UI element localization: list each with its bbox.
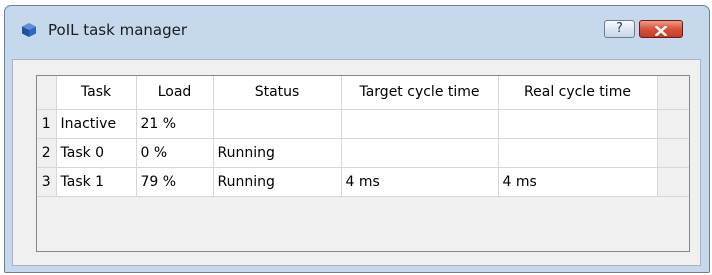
load-cell[interactable]: 0 %	[136, 138, 214, 168]
table-header-row: Task Load Status Target cycle time Real …	[37, 76, 689, 110]
task-table[interactable]: Task Load Status Target cycle time Real …	[36, 75, 690, 252]
table-row[interactable]: 1 Inactive 21 %	[37, 109, 689, 139]
load-cell[interactable]: 21 %	[136, 109, 214, 139]
task-manager-window: PoIL task manager ? Task Load Status Tar…	[4, 5, 710, 273]
status-cell[interactable]: Running	[213, 138, 342, 168]
header-filler	[657, 76, 689, 110]
column-header-real-cycle-time[interactable]: Real cycle time	[498, 76, 658, 110]
table-row[interactable]: 3 Task 1 79 % Running 4 ms 4 ms	[37, 167, 689, 197]
task-cell[interactable]: Task 1	[56, 167, 137, 197]
status-cell[interactable]	[213, 109, 342, 139]
row-filler	[657, 109, 689, 139]
close-icon	[654, 25, 668, 37]
real-cycle-time-cell[interactable]: 4 ms	[498, 167, 658, 197]
target-cycle-time-cell[interactable]: 4 ms	[341, 167, 499, 197]
column-header-load[interactable]: Load	[136, 76, 214, 110]
task-cell[interactable]: Task 0	[56, 138, 137, 168]
target-cycle-time-cell[interactable]	[341, 109, 499, 139]
task-cell[interactable]: Inactive	[56, 109, 137, 139]
cube-icon	[21, 22, 37, 38]
column-header-status[interactable]: Status	[213, 76, 342, 110]
corner-cell[interactable]	[37, 76, 57, 110]
column-header-target-cycle-time[interactable]: Target cycle time	[341, 76, 499, 110]
target-cycle-time-cell[interactable]	[341, 138, 499, 168]
window-client-area: Task Load Status Target cycle time Real …	[12, 59, 701, 266]
row-filler	[657, 167, 689, 197]
window-title: PoIL task manager	[48, 21, 187, 39]
real-cycle-time-cell[interactable]	[498, 138, 658, 168]
question-icon: ?	[616, 21, 623, 36]
row-number[interactable]: 3	[37, 167, 57, 197]
help-button[interactable]: ?	[604, 20, 635, 38]
title-bar[interactable]: PoIL task manager ?	[5, 6, 709, 60]
real-cycle-time-cell[interactable]	[498, 109, 658, 139]
table-row[interactable]: 2 Task 0 0 % Running	[37, 138, 689, 168]
close-button[interactable]	[639, 20, 683, 38]
load-cell[interactable]: 79 %	[136, 167, 214, 197]
status-cell[interactable]: Running	[213, 167, 342, 197]
column-header-task[interactable]: Task	[56, 76, 137, 110]
row-filler	[657, 138, 689, 168]
row-number[interactable]: 2	[37, 138, 57, 168]
row-number[interactable]: 1	[37, 109, 57, 139]
